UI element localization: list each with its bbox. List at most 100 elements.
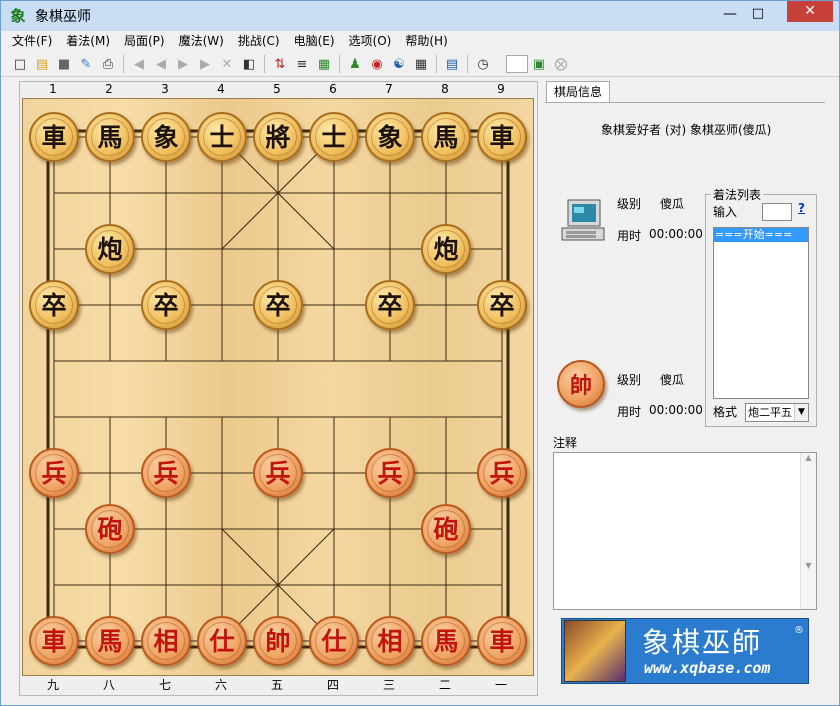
- chevron-down-icon[interactable]: ▼: [794, 404, 808, 421]
- top-time-value: 00:00:00: [649, 227, 703, 241]
- bottom-time-label: 用时: [617, 405, 642, 419]
- black-piece[interactable]: 炮: [421, 224, 471, 274]
- piece-label: 兵: [35, 454, 73, 492]
- menu-moves[interactable]: 着法(M): [59, 31, 117, 51]
- black-piece[interactable]: 象: [141, 112, 191, 162]
- registered-mark: ®: [794, 625, 804, 636]
- flip-icon[interactable]: ⇅: [269, 54, 291, 74]
- last-move-icon[interactable]: ▶​: [194, 54, 216, 74]
- browser-icon[interactable]: ☯: [388, 54, 410, 74]
- maximize-button[interactable]: □: [745, 5, 771, 25]
- monitor-icon[interactable]: ▣: [528, 54, 550, 74]
- red-piece[interactable]: 仕: [309, 616, 359, 666]
- help-book-icon[interactable]: ▤: [441, 54, 463, 74]
- black-piece[interactable]: 炮: [85, 224, 135, 274]
- computer-player-icon: [561, 199, 605, 241]
- moves-title: 着法列表: [711, 186, 764, 203]
- clock-icon[interactable]: ◷: [472, 54, 494, 74]
- menu-bar: 文件(F) 着法(M) 局面(P) 魔法(W) 挑战(C) 电脑(E) 选项(O…: [1, 31, 839, 51]
- xqbase-banner[interactable]: 象棋巫師 ® www.xqbase.com: [561, 618, 809, 684]
- prev-move-icon[interactable]: ◀: [150, 54, 172, 74]
- red-piece[interactable]: 砲: [85, 504, 135, 554]
- format-select[interactable]: 炮二平五 ▼: [745, 403, 809, 422]
- menu-magic[interactable]: 魔法(W): [172, 31, 231, 51]
- notes-textarea[interactable]: ▲ ▼: [553, 452, 817, 610]
- menu-options[interactable]: 选项(O): [342, 31, 399, 51]
- save-icon[interactable]: ■: [53, 54, 75, 74]
- file-label-bottom-1: 九: [46, 678, 59, 692]
- black-piece[interactable]: 車: [477, 112, 527, 162]
- black-piece[interactable]: 卒: [253, 280, 303, 330]
- next-move-icon[interactable]: ▶: [172, 54, 194, 74]
- red-piece[interactable]: 相: [141, 616, 191, 666]
- black-piece[interactable]: 卒: [29, 280, 79, 330]
- black-piece[interactable]: 將: [253, 112, 303, 162]
- stop-icon[interactable]: ⨂: [550, 54, 572, 74]
- red-piece[interactable]: 車: [29, 616, 79, 666]
- toolbar-separator: [123, 55, 124, 73]
- black-piece[interactable]: 卒: [477, 280, 527, 330]
- piece-label: 兵: [483, 454, 521, 492]
- red-piece[interactable]: 相: [365, 616, 415, 666]
- moves-list-item[interactable]: ===开始===: [714, 228, 808, 242]
- close-button[interactable]: ✕: [787, 1, 833, 22]
- title-bar[interactable]: 象 象棋巫师 — □ ✕: [1, 1, 839, 31]
- board-grid: [46, 129, 510, 649]
- black-piece[interactable]: 卒: [365, 280, 415, 330]
- menu-help[interactable]: 帮助(H): [398, 31, 454, 51]
- engine-person-icon[interactable]: ♟: [344, 54, 366, 74]
- piece-label: 象: [371, 118, 409, 156]
- move-help-link[interactable]: ?: [798, 201, 805, 215]
- minimize-button[interactable]: —: [717, 5, 743, 25]
- toolbar-blank-box: [506, 55, 528, 73]
- red-piece[interactable]: 兵: [365, 448, 415, 498]
- menu-position[interactable]: 局面(P): [117, 31, 172, 51]
- black-piece[interactable]: 馬: [85, 112, 135, 162]
- red-piece[interactable]: 砲: [421, 504, 471, 554]
- black-piece[interactable]: 士: [309, 112, 359, 162]
- new-file-icon[interactable]: □: [9, 54, 31, 74]
- red-piece[interactable]: 馬: [85, 616, 135, 666]
- first-move-icon[interactable]: ◀​: [128, 54, 150, 74]
- black-piece[interactable]: 馬: [421, 112, 471, 162]
- black-piece[interactable]: 車: [29, 112, 79, 162]
- file-label-top-4: 4: [217, 82, 225, 96]
- edit-icon[interactable]: ✎: [75, 54, 97, 74]
- print-icon[interactable]: ⎙: [97, 54, 119, 74]
- piece-label: 兵: [147, 454, 185, 492]
- file-label-bottom-2: 八: [102, 678, 115, 692]
- delete-icon[interactable]: ✕: [216, 54, 238, 74]
- copy-board-icon[interactable]: ◧: [238, 54, 260, 74]
- chess-board[interactable]: 車馬象士將士象馬車炮炮卒卒卒卒卒兵兵兵兵兵砲砲車馬相仕帥仕相馬車: [22, 98, 534, 676]
- notes-scrollbar[interactable]: ▲ ▼: [800, 453, 816, 609]
- moves-list[interactable]: ===开始===: [713, 227, 809, 399]
- red-piece[interactable]: 仕: [197, 616, 247, 666]
- move-input[interactable]: [762, 203, 792, 221]
- black-piece[interactable]: 士: [197, 112, 247, 162]
- red-piece[interactable]: 兵: [141, 448, 191, 498]
- menu-file[interactable]: 文件(F): [5, 31, 59, 51]
- file-label-top-2: 2: [105, 82, 113, 96]
- black-piece[interactable]: 卒: [141, 280, 191, 330]
- calculator-icon[interactable]: ▦: [313, 54, 335, 74]
- move-list-icon[interactable]: ≡: [291, 54, 313, 74]
- file-label-top-1: 1: [49, 82, 57, 96]
- piece-label: 炮: [91, 230, 129, 268]
- red-piece[interactable]: 兵: [253, 448, 303, 498]
- red-piece[interactable]: 馬: [421, 616, 471, 666]
- eye-icon[interactable]: ◉: [366, 54, 388, 74]
- book-icon[interactable]: ▦: [410, 54, 432, 74]
- red-piece[interactable]: 兵: [477, 448, 527, 498]
- top-level-label: 级别: [617, 197, 642, 211]
- open-folder-icon[interactable]: ▤: [31, 54, 53, 74]
- red-piece[interactable]: 車: [477, 616, 527, 666]
- toolbar-separator: [264, 55, 265, 73]
- file-labels-bottom: 九八七六五四三二一: [22, 677, 534, 693]
- black-piece[interactable]: 象: [365, 112, 415, 162]
- red-piece[interactable]: 兵: [29, 448, 79, 498]
- bottom-time-value: 00:00:00: [649, 403, 703, 417]
- tab-game-info[interactable]: 棋局信息: [546, 81, 610, 103]
- menu-computer[interactable]: 电脑(E): [287, 31, 342, 51]
- menu-challenge[interactable]: 挑战(C): [231, 31, 287, 51]
- red-piece[interactable]: 帥: [253, 616, 303, 666]
